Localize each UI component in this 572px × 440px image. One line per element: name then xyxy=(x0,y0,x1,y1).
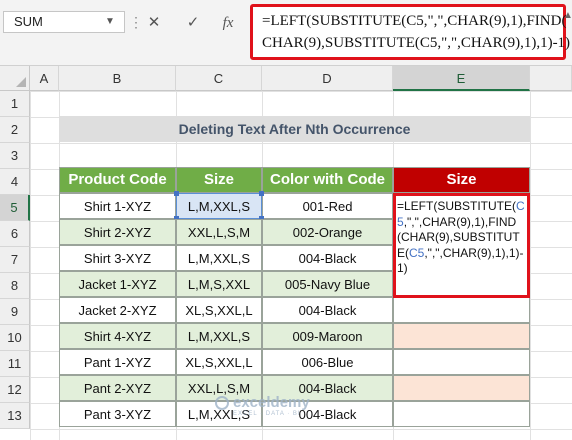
cell-reference: C5 xyxy=(409,245,425,260)
table-cell-product[interactable]: Shirt 3-XYZ xyxy=(59,245,176,271)
sheet-title: Deleting Text After Nth Occurrence xyxy=(59,116,530,142)
column-header-a[interactable]: A xyxy=(30,66,59,91)
formula-text: =LEFT(SUBSTITUTE( xyxy=(397,199,517,213)
formula-line-2: CHAR(9),SUBSTITUTE(C5,",",CHAR(9),1),1)-… xyxy=(262,35,571,51)
header-product-code[interactable]: Product Code xyxy=(59,167,176,193)
table-cell-product[interactable]: Shirt 1-XYZ xyxy=(59,193,176,219)
formula-bar-area: SUM ▼ ⋮ ✕ ✓ fx =LEFT(SUBSTITUTE(C5,",",C… xyxy=(0,0,572,66)
column-header-e[interactable]: E xyxy=(393,66,530,91)
row-header-2[interactable]: 2 xyxy=(0,117,30,143)
header-color-with-code[interactable]: Color with Code xyxy=(262,167,393,193)
table-cell-size[interactable]: L,M,XXL,S xyxy=(176,245,262,271)
table-cell-color[interactable]: 004-Black xyxy=(262,245,393,271)
more-options-icon[interactable]: ⋮ xyxy=(129,14,143,31)
row-header-10[interactable]: 10 xyxy=(0,325,30,351)
table-cell-size[interactable]: XL,S,XXL,L xyxy=(176,349,262,375)
table-cell-result[interactable] xyxy=(393,375,530,401)
table-cell-color[interactable]: 005-Navy Blue xyxy=(262,271,393,297)
table-cell-color[interactable]: 009-Maroon xyxy=(262,323,393,349)
row-header-11[interactable]: 11 xyxy=(0,351,30,377)
row-header-12[interactable]: 12 xyxy=(0,377,30,403)
row-header-3[interactable]: 3 xyxy=(0,143,30,169)
column-header-d[interactable]: D xyxy=(262,66,393,91)
table-cell-size[interactable]: XXL,L,S,M xyxy=(176,219,262,245)
row-header-5[interactable]: 5 xyxy=(0,195,30,221)
table-cell-color[interactable]: 006-Blue xyxy=(262,349,393,375)
name-box-dropdown-icon[interactable]: ▼ xyxy=(105,16,115,27)
table-cell-result[interactable] xyxy=(393,349,530,375)
row-header-4[interactable]: 4 xyxy=(0,169,30,195)
table-cell-product[interactable]: Pant 1-XYZ xyxy=(59,349,176,375)
column-header-b[interactable]: B xyxy=(59,66,176,91)
cancel-icon[interactable]: ✕ xyxy=(143,12,165,34)
table-cell-product[interactable]: Pant 2-XYZ xyxy=(59,375,176,401)
column-header-f[interactable] xyxy=(530,66,572,91)
table-cell-color[interactable]: 004-Black xyxy=(262,297,393,323)
formula-line-1: =LEFT(SUBSTITUTE(C5,",",CHAR(9),1),FIND( xyxy=(262,13,567,29)
active-cell-formula-editor[interactable]: =LEFT(SUBSTITUTE(C5,",",CHAR(9),1),FIND(… xyxy=(393,193,530,298)
table-cell-product[interactable]: Shirt 4-XYZ xyxy=(59,323,176,349)
insert-function-icon[interactable]: fx xyxy=(217,12,239,34)
table-cell-color[interactable]: 002-Orange xyxy=(262,219,393,245)
table-cell-color[interactable]: 001-Red xyxy=(262,193,393,219)
table-cell-size[interactable]: L,M,S,XXL xyxy=(176,271,262,297)
formula-input[interactable]: =LEFT(SUBSTITUTE(C5,",",CHAR(9),1),FIND(… xyxy=(250,4,571,60)
row-header-7[interactable]: 7 xyxy=(0,247,30,273)
collapse-formula-bar-icon[interactable]: ▲ xyxy=(563,10,572,21)
range-handle[interactable] xyxy=(259,191,264,196)
table-cell-result[interactable] xyxy=(393,401,530,427)
column-header-c[interactable]: C xyxy=(176,66,262,91)
watermark-brand: exceldemy xyxy=(233,394,310,411)
table-cell-result[interactable] xyxy=(393,297,530,323)
table-cell-product[interactable]: Shirt 2-XYZ xyxy=(59,219,176,245)
table-cell-size[interactable]: XL,S,XXL,L xyxy=(176,297,262,323)
exceldemy-logo-icon xyxy=(215,396,229,410)
row-header-1[interactable]: 1 xyxy=(0,91,30,117)
gridline xyxy=(530,91,531,440)
header-size-result[interactable]: Size xyxy=(393,167,530,193)
range-handle[interactable] xyxy=(174,191,179,196)
row-header-6[interactable]: 6 xyxy=(0,221,30,247)
table-cell-product[interactable]: Jacket 1-XYZ xyxy=(59,271,176,297)
watermark-tagline: EXCEL · DATA · BI xyxy=(233,411,301,417)
table-cell-size[interactable]: L,M,XXL,S xyxy=(176,323,262,349)
table-cell-result[interactable] xyxy=(393,323,530,349)
table-cell-product[interactable]: Pant 3-XYZ xyxy=(59,401,176,427)
row-header-8[interactable]: 8 xyxy=(0,273,30,299)
row-header-13[interactable]: 13 xyxy=(0,403,30,429)
row-header-9[interactable]: 9 xyxy=(0,299,30,325)
table-cell-size-referenced[interactable]: L,M,XXL,S xyxy=(176,193,262,219)
header-size[interactable]: Size xyxy=(176,167,262,193)
table-cell-product[interactable]: Jacket 2-XYZ xyxy=(59,297,176,323)
select-all-corner[interactable] xyxy=(0,66,30,91)
enter-icon[interactable]: ✓ xyxy=(182,12,204,34)
